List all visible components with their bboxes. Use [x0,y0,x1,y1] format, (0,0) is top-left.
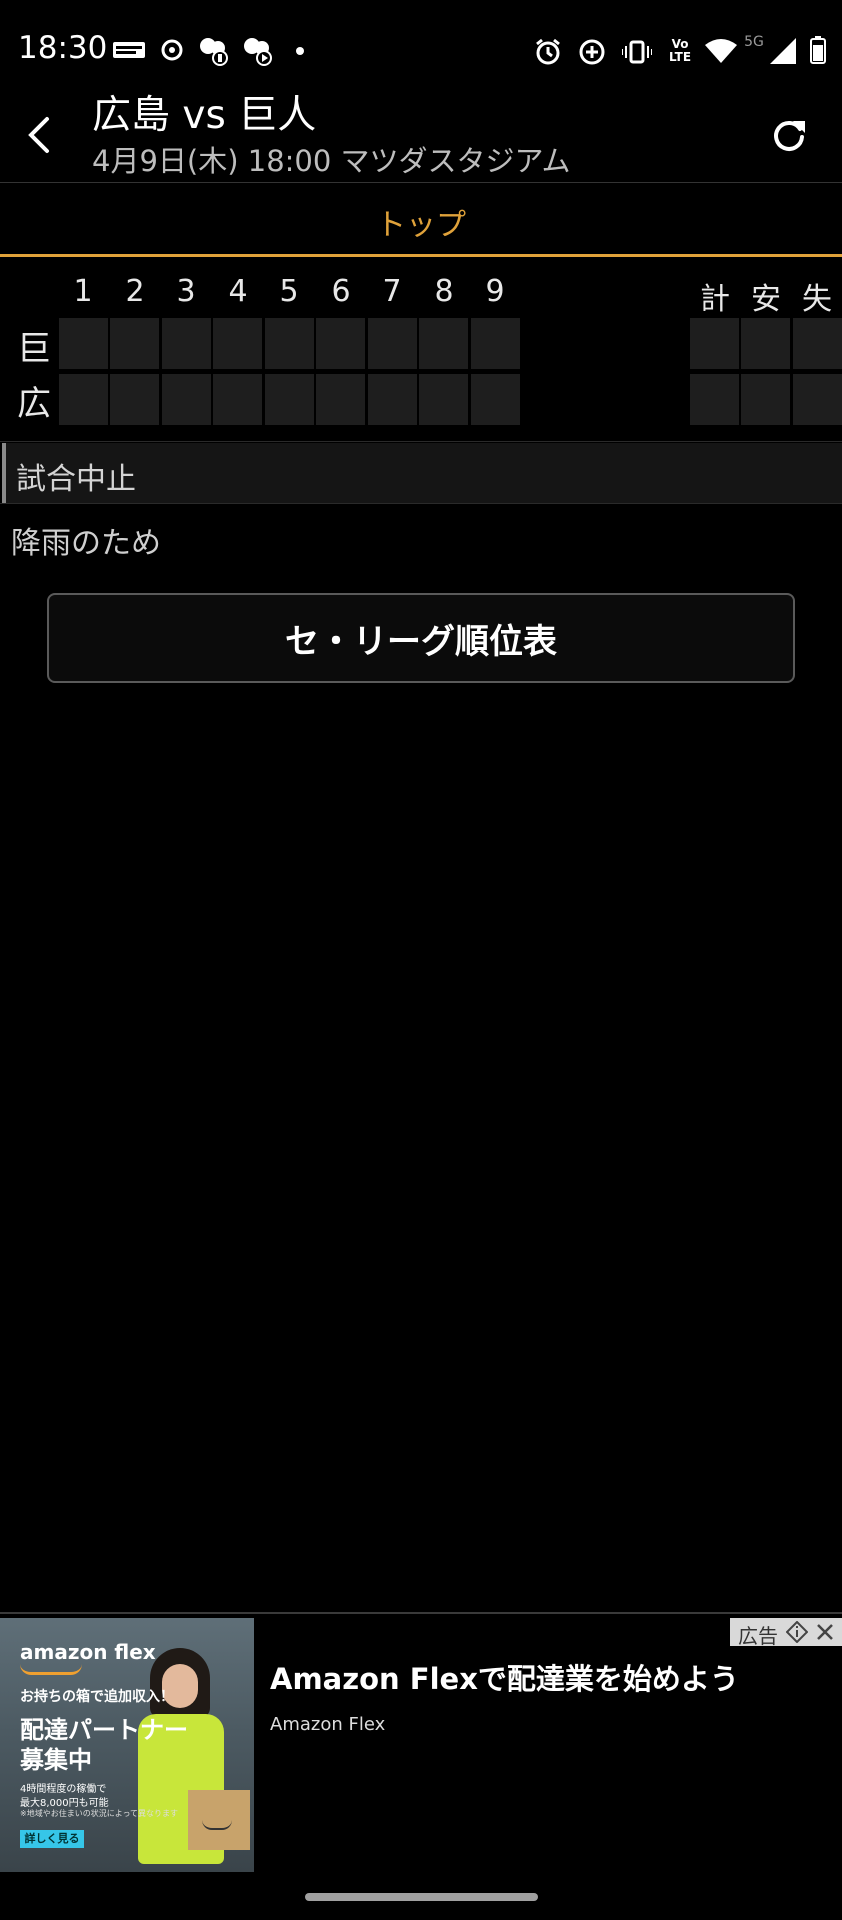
dot-icon [296,47,304,55]
wifi-icon [705,39,737,63]
inning-header: 6 [331,274,351,309]
alarm-icon [536,38,560,65]
score-cell [110,374,159,425]
score-cell [213,374,262,425]
errors-cell [793,318,842,369]
ad-close-icon[interactable] [814,1621,836,1643]
runs-header: 計 [700,282,730,317]
hits-header: 安 [751,282,781,317]
inning-header: 7 [382,274,402,309]
ad-choices-icon[interactable] [786,1621,808,1643]
hits-cell [741,318,790,369]
network-label: 5G [744,34,764,50]
score-cell [471,318,520,369]
score-cell [265,374,314,425]
ad-image[interactable]: amazon flex お持ちの箱で追加収入！ 配達パートナー 募集中 4時間程… [0,1618,254,1872]
ad-image-cta[interactable]: 詳しく見る [20,1830,84,1848]
errors-cell [793,374,842,425]
inning-header: 3 [176,274,196,309]
status-time: 18:30 [18,30,108,66]
inning-header: 1 [73,274,93,309]
standings-button-label: セ・リーグ順位表 [285,621,557,662]
team-label-home: 広 [17,384,51,424]
ad-image-note-1: 4時間程度の稼働で [20,1784,107,1795]
ad-badge: 広告 [730,1618,842,1648]
ad-advertiser: Amazon Flex [270,1714,386,1735]
refresh-icon [774,121,805,151]
tab-top-label: トップ [376,208,466,243]
active-tab-indicator [0,254,842,257]
score-cell [110,318,159,369]
inning-header: 2 [125,274,145,309]
ad-image-note-3: ※地域やお住まいの状況によって異なります [20,1809,179,1818]
back-arrow-icon [28,117,49,153]
back-button[interactable] [14,108,64,162]
battery-icon [810,36,826,64]
score-cell [59,374,108,425]
vibrate-icon [622,40,652,64]
score-cell [59,318,108,369]
play-app-icon [244,38,272,66]
data-saver-icon [579,39,605,65]
score-cell [213,318,262,369]
runs-cell [690,374,739,425]
game-datetime-venue: 4月9日(木) 18:00 マツダスタジアム [92,144,571,178]
page-title: 広島 vs 巨人 [92,93,317,138]
ad-image-headline-2: 募集中 [20,1746,92,1774]
ad-badge-label: 広告 [738,1624,778,1648]
game-status-text: 試合中止 [16,462,136,497]
errors-header: 失 [802,282,832,317]
inning-header: 9 [485,274,505,309]
amazon-smile-icon [20,1664,82,1675]
inning-header: 4 [228,274,248,309]
score-cell [419,318,468,369]
timer-icon [161,39,183,61]
screen: 18:30 Vo LTE 5G 広島 vs 巨人 4月9日(木) 18:00 マ… [0,0,842,1920]
score-cell [368,318,417,369]
inning-header: 5 [279,274,299,309]
status-divider [0,503,842,504]
scoreboard: 1 2 3 4 5 6 7 8 9 計 安 失 巨 広 [0,262,842,442]
inning-header: 8 [434,274,454,309]
volte-icon: Vo LTE [668,37,692,64]
game-status-box: 試合中止 [2,443,842,503]
score-cell [419,374,468,425]
ad-image-brand: amazon flex [20,1640,156,1664]
scoreboard-divider [0,441,842,442]
runs-cell [690,318,739,369]
standings-button[interactable]: セ・リーグ順位表 [47,593,795,683]
score-cell [265,318,314,369]
score-cell [162,318,211,369]
gesture-nav-handle[interactable] [305,1893,538,1901]
refresh-button[interactable] [762,108,816,162]
header-divider [0,182,842,183]
score-cell [316,374,365,425]
ad-image-note-2: 最大8,000円も可能 [20,1798,109,1809]
cancellation-reason: 降雨のため [11,526,161,561]
signal-icon [770,38,796,64]
ad-image-tagline: お持ちの箱で追加収入！ [20,1689,174,1705]
sportsnavi-icon [113,42,145,58]
ad-title[interactable]: Amazon Flexで配達業を始めよう [270,1656,739,1698]
score-cell [316,318,365,369]
hits-cell [741,374,790,425]
score-cell [368,374,417,425]
team-label-away: 巨 [17,329,51,369]
tab-top[interactable]: トップ [0,184,842,254]
score-cell [162,374,211,425]
score-cell [471,374,520,425]
game-app-icon [200,38,228,66]
